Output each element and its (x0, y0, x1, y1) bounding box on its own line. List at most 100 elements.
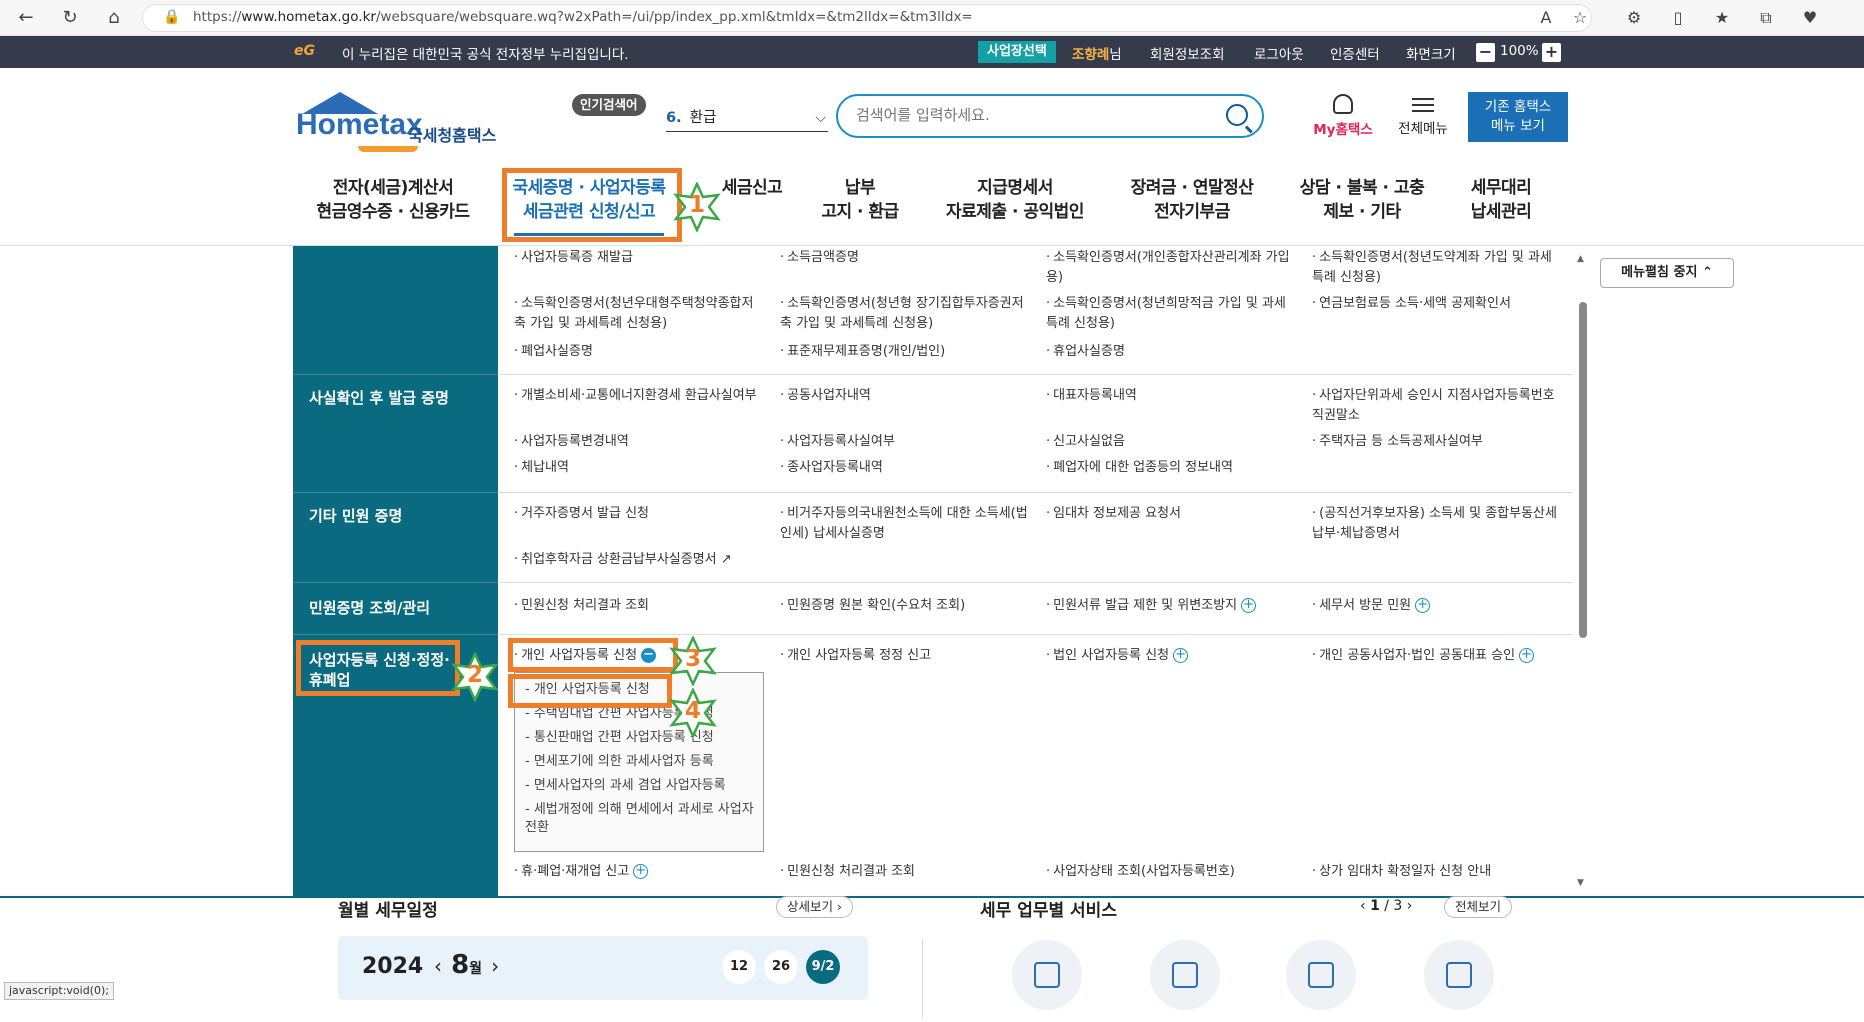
menu-item[interactable]: 소득확인증명서(청년우대형주택청약종합저축 가입 및 과세특례 신청용) (514, 294, 764, 334)
expand-plus-icon[interactable]: + (1173, 648, 1189, 663)
submenu-item[interactable]: 면세포기에 의한 과세사업자 등록 (525, 753, 757, 771)
category-other-certs[interactable]: 기타 민원 증명 (309, 506, 402, 526)
gnb-tax-agent[interactable]: 세무대리 납세관리 (1456, 176, 1546, 232)
menu-item[interactable]: 소득확인증명서(청년도약계좌 가입 및 과세특례 신청용) (1312, 248, 1562, 288)
expand-plus-icon[interactable]: + (633, 864, 649, 879)
menu-item[interactable]: 소득확인증명서(청년형 장기집합투자증권저축 가입 및 과세특례 신청용) (780, 294, 1030, 334)
calendar-day[interactable]: 26 (764, 950, 798, 984)
submenu-item[interactable]: 면세사업자의 과세 겸업 사업자등록 (525, 777, 757, 795)
calendar-day[interactable]: 12 (722, 950, 756, 984)
stop-menu-expand-button[interactable]: 메뉴펼침 중지 ⌃ (1600, 258, 1734, 288)
menu-item[interactable]: 종사업자등록내역 (780, 458, 1030, 478)
month-next-icon[interactable]: › (491, 954, 499, 978)
back-icon[interactable]: ← (14, 6, 38, 30)
menu-item[interactable]: 개별소비세·교통에너지환경세 환급사실여부 (514, 386, 764, 406)
home-icon[interactable]: ⌂ (102, 6, 126, 30)
menu-item[interactable]: 주택자금 등 소득공제사실여부 (1312, 432, 1562, 452)
pager-next-icon[interactable]: › (1407, 898, 1413, 914)
gnb-incentive[interactable]: 장려금 · 연말정산 전자기부금 (1122, 176, 1262, 232)
popular-search-dropdown[interactable]: 6. 환급 ⌵ (666, 106, 828, 132)
menu-item[interactable]: 대표자등록내역 (1046, 386, 1296, 406)
service-tile[interactable] (1150, 940, 1220, 1010)
gnb-tax-filing[interactable]: 세금신고 (712, 176, 792, 232)
menu-item[interactable]: 개인 사업자등록 정정 신고 (780, 646, 1030, 666)
read-aloud-icon[interactable]: A (1534, 6, 1558, 30)
scroll-up-icon[interactable]: ▲ (1577, 254, 1584, 264)
menu-item[interactable]: 사업자등록사실여부 (780, 432, 1030, 452)
menu-item[interactable]: 민원증명 원본 확인(수요처 조회) (780, 596, 1030, 616)
logout-link[interactable]: 로그아웃 (1254, 43, 1304, 63)
menu-item[interactable]: 공동사업자내역 (780, 386, 1030, 406)
search-input[interactable] (856, 106, 1216, 124)
menu-item-with-link[interactable]: 취업후학자금 상환금납부사실증명서 ↗ (514, 550, 774, 570)
menu-item[interactable]: 소득금액증명 (780, 248, 1030, 268)
member-info-link[interactable]: 회원정보조회 (1150, 43, 1225, 63)
menu-item[interactable]: 민원신청 처리결과 조회 (514, 596, 764, 616)
address-bar[interactable]: 🔒 https://www.hometax.go.kr/websquare/we… (142, 4, 1592, 32)
menu-item[interactable]: 사업자단위과세 승인시 지점사업자등록번호 직권말소 (1312, 386, 1562, 426)
menu-item[interactable]: 표준재무제표증명(개인/법인) (780, 342, 1030, 362)
menu-item-expandable[interactable]: 민원서류 발급 제한 및 위변조방지+ (1046, 596, 1308, 616)
menu-item[interactable]: 연금보험료등 소득·세액 공제확인서 (1312, 294, 1562, 314)
menu-item[interactable]: 체납내역 (514, 458, 764, 478)
scroll-down-icon[interactable]: ▼ (1577, 878, 1584, 888)
expand-plus-icon[interactable]: + (1241, 598, 1257, 613)
hamburger-icon (1412, 98, 1434, 112)
menu-item[interactable]: 상가 임대차 확정일자 신청 안내 (1312, 862, 1562, 882)
business-select-button[interactable]: 사업장선택 (978, 41, 1056, 63)
hometax-logo[interactable]: Hometax 국세청홈택스 (296, 92, 506, 152)
menu-item-expandable[interactable]: 세무서 방문 민원+ (1312, 596, 1562, 616)
my-hometax-button[interactable]: My홈택스 (1308, 94, 1378, 138)
menu-item[interactable]: 신고사실없음 (1046, 432, 1296, 452)
scroll-thumb[interactable] (1579, 302, 1587, 638)
collections-icon[interactable]: ⧉ (1754, 6, 1778, 30)
search-icon[interactable] (1226, 104, 1248, 126)
menu-item-expandable[interactable]: 법인 사업자등록 신청+ (1046, 646, 1296, 666)
expand-plus-icon[interactable]: + (1519, 648, 1535, 663)
zoom-out-button[interactable]: − (1476, 43, 1495, 62)
old-hometax-menu-button[interactable]: 기존 홈택스 메뉴 보기 (1468, 92, 1568, 142)
menu-item[interactable]: 폐업사실증명 (514, 342, 764, 362)
gnb-statement[interactable]: 지급명세서 자료제출 · 공익법인 (940, 176, 1090, 232)
menu-scrollbar[interactable]: ▲ ▼ (1575, 252, 1589, 892)
menu-item[interactable]: 거주자증명서 발급 신청 (514, 504, 764, 524)
refresh-icon[interactable]: ↻ (58, 6, 82, 30)
menu-item[interactable]: 소득확인증명서(청년희망적금 가입 및 과세특례 신청용) (1046, 294, 1296, 334)
menu-item[interactable]: 민원신청 처리결과 조회 (780, 862, 1030, 882)
cert-center-link[interactable]: 인증센터 (1330, 43, 1380, 63)
menu-item[interactable]: 사업자등록증 재발급 (514, 248, 764, 268)
menu-item[interactable]: 사업자등록변경내역 (514, 432, 764, 452)
menu-item[interactable]: 소득확인증명서(개인종합자산관리계좌 가입용) (1046, 248, 1296, 288)
schedule-detail-button[interactable]: 상세보기 › (776, 896, 853, 918)
zoom-in-button[interactable]: + (1542, 43, 1561, 62)
favorites-icon[interactable]: ★ (1710, 6, 1734, 30)
expand-plus-icon[interactable]: + (1415, 598, 1431, 613)
month-prev-icon[interactable]: ‹ (434, 954, 442, 978)
menu-item[interactable]: 비거주자등의국내원천소득에 대한 소득세(법인세) 납세사실증명 (780, 504, 1030, 544)
extensions-icon[interactable]: ⚙ (1622, 6, 1646, 30)
service-tile[interactable] (1286, 940, 1356, 1010)
all-menu-button[interactable]: 전체메뉴 (1390, 94, 1456, 137)
browser-essentials-icon[interactable]: ♥ (1798, 6, 1822, 30)
menu-item[interactable]: 폐업자에 대한 업종등의 정보내역 (1046, 458, 1296, 478)
gnb-payment[interactable]: 납부 고지 · 환급 (810, 176, 910, 232)
calendar-day-selected[interactable]: 9/2 (806, 950, 840, 984)
menu-item[interactable]: 휴업사실증명 (1046, 342, 1296, 362)
service-tile[interactable] (1424, 940, 1494, 1010)
gnb-consult[interactable]: 상담 · 불복 · 고충 제보 · 기타 (1292, 176, 1432, 232)
menu-item[interactable]: (공직선거후보자용) 소득세 및 종합부동산세 납부·체납증명서 (1312, 504, 1562, 544)
submenu-item[interactable]: 세법개정에 의해 면세에서 과세로 사업자 전환 (525, 801, 757, 837)
pager-prev-icon[interactable]: ‹ (1360, 898, 1366, 914)
menu-item-expandable[interactable]: 휴·폐업·재개업 신고+ (514, 862, 764, 882)
gnb-einvoice[interactable]: 전자(세금)계산서 현금영수증 · 신용카드 (308, 176, 478, 232)
split-screen-icon[interactable]: ▯ (1666, 6, 1690, 30)
menu-item-expandable[interactable]: 개인 공동사업자·법인 공동대표 승인+ (1312, 646, 1572, 666)
view-all-button[interactable]: 전체보기 (1444, 896, 1513, 918)
category-fact-check[interactable]: 사실확인 후 발급 증명 (309, 388, 449, 408)
menu-item[interactable]: 임대차 정보제공 요청서 (1046, 504, 1296, 524)
category-cert-lookup[interactable]: 민원증명 조회/관리 (309, 598, 430, 618)
menu-item[interactable]: 사업자상태 조회(사업자등록번호) (1046, 862, 1296, 882)
submenu-item[interactable]: 통신판매업 간편 사업자등록 신청 (525, 729, 757, 747)
service-tile[interactable] (1012, 940, 1082, 1010)
favorite-star-icon[interactable]: ☆ (1568, 6, 1592, 30)
